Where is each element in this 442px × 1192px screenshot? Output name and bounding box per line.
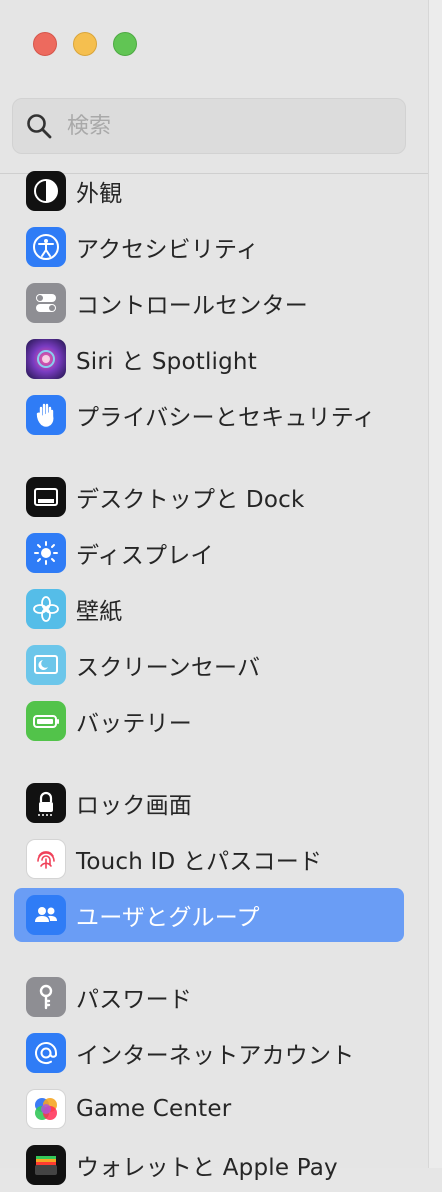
lock-icon xyxy=(26,783,66,823)
window-controls xyxy=(33,32,137,56)
sidebar-item-game-center[interactable]: Game Center xyxy=(14,1082,404,1136)
sidebar-item-lock-screen[interactable]: ロック画面 xyxy=(14,776,404,830)
appearance-icon xyxy=(26,171,66,211)
content-pane-edge xyxy=(428,0,442,1168)
siri-icon xyxy=(26,339,66,379)
sidebar-item-wallet[interactable]: ウォレットと Apple Pay xyxy=(14,1138,404,1192)
at-icon xyxy=(26,1033,66,1073)
sidebar-item-battery[interactable]: バッテリー xyxy=(14,694,404,748)
sidebar-item-desktop-dock[interactable]: デスクトップと Dock xyxy=(14,470,404,524)
sidebar-item-users-groups[interactable]: ユーザとグループ xyxy=(14,888,404,942)
sidebar-item-label: Game Center xyxy=(76,1096,232,1122)
sidebar-item-control-center[interactable]: コントロールセンター xyxy=(14,276,404,330)
control-center-icon xyxy=(26,283,66,323)
hand-icon xyxy=(26,395,66,435)
wallet-icon xyxy=(26,1145,66,1185)
sidebar-item-label: コントロールセンター xyxy=(76,293,308,319)
accessibility-icon xyxy=(26,227,66,267)
close-button[interactable] xyxy=(33,32,57,56)
wallpaper-icon xyxy=(26,589,66,629)
dock-icon xyxy=(26,477,66,517)
sidebar-item-privacy[interactable]: プライバシーとセキュリティ xyxy=(14,388,404,442)
fingerprint-icon xyxy=(26,839,66,879)
sidebar-item-appearance[interactable]: 外観 xyxy=(14,164,404,218)
sidebar: 外観 アクセシビリティ コントロールセンター Siri と Spotlight xyxy=(0,0,428,1185)
sidebar-item-touch-id[interactable]: Touch ID とパスコード xyxy=(14,832,404,886)
sidebar-item-label: アクセシビリティ xyxy=(76,237,260,263)
sidebar-item-label: ユーザとグループ xyxy=(76,905,260,931)
sidebar-item-label: 外観 xyxy=(76,181,123,207)
sidebar-item-label: インターネットアカウント xyxy=(76,1043,355,1069)
sidebar-item-label: プライバシーとセキュリティ xyxy=(76,405,376,431)
zoom-button[interactable] xyxy=(113,32,137,56)
minimize-button[interactable] xyxy=(73,32,97,56)
sidebar-item-label: バッテリー xyxy=(76,711,192,737)
sidebar-item-label: Touch ID とパスコード xyxy=(76,849,323,875)
search-icon xyxy=(25,112,53,140)
sidebar-item-accessibility[interactable]: アクセシビリティ xyxy=(14,220,404,274)
sidebar-item-screensaver[interactable]: スクリーンセーバ xyxy=(14,638,404,692)
game-center-icon xyxy=(26,1089,66,1129)
sidebar-item-passwords[interactable]: パスワード xyxy=(14,970,404,1024)
sidebar-item-label: スクリーンセーバ xyxy=(76,655,261,681)
sidebar-item-wallpaper[interactable]: 壁紙 xyxy=(14,582,404,636)
sidebar-item-siri[interactable]: Siri と Spotlight xyxy=(14,332,404,386)
search-field[interactable] xyxy=(12,98,406,154)
display-icon xyxy=(26,533,66,573)
sidebar-item-label: 壁紙 xyxy=(76,599,123,625)
sidebar-item-label: Siri と Spotlight xyxy=(76,349,257,375)
sidebar-item-label: ロック画面 xyxy=(76,793,192,819)
key-icon xyxy=(26,977,66,1017)
sidebar-item-label: ディスプレイ xyxy=(76,543,214,569)
sidebar-item-displays[interactable]: ディスプレイ xyxy=(14,526,404,580)
screensaver-icon xyxy=(26,645,66,685)
battery-icon xyxy=(26,701,66,741)
search-input[interactable] xyxy=(67,113,367,139)
sidebar-item-label: ウォレットと Apple Pay xyxy=(76,1155,338,1181)
sidebar-item-label: デスクトップと Dock xyxy=(76,487,305,513)
users-icon xyxy=(26,895,66,935)
sidebar-item-label: パスワード xyxy=(76,987,192,1013)
sidebar-item-internet-accounts[interactable]: インターネットアカウント xyxy=(14,1026,404,1080)
